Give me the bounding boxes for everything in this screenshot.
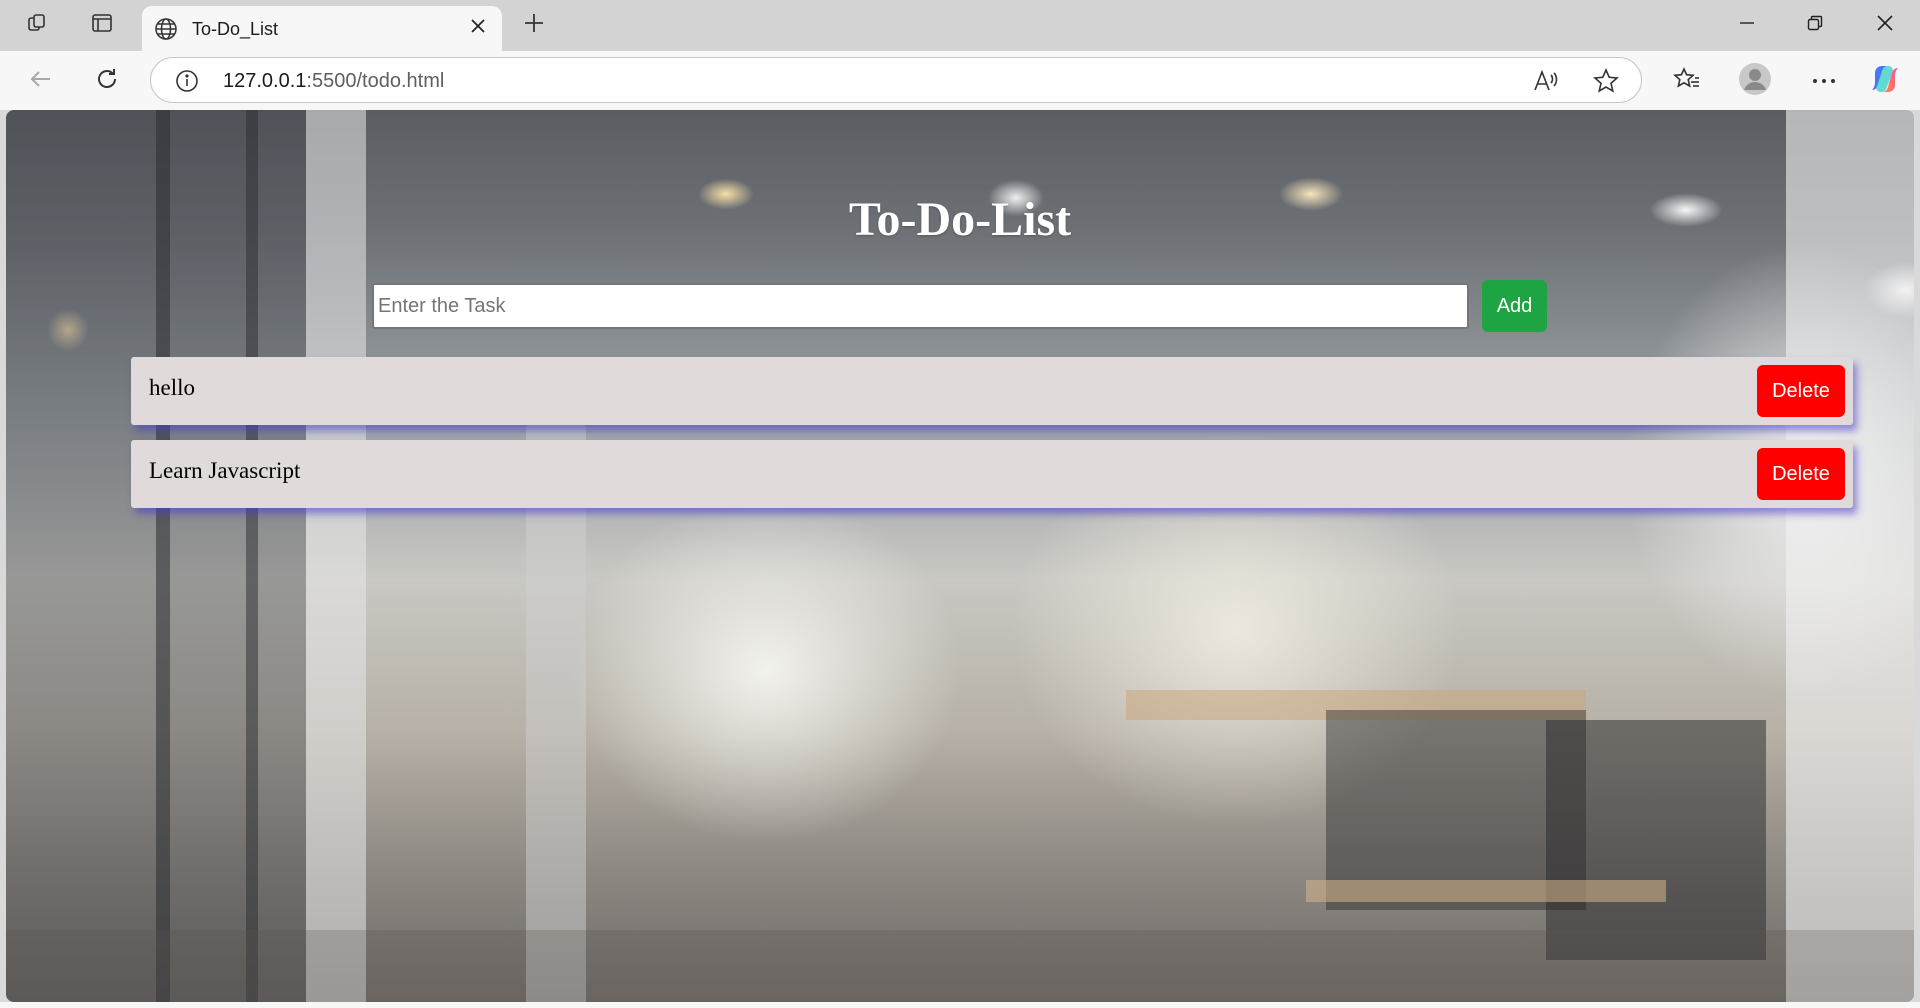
- tab-title: To-Do_List: [192, 19, 279, 39]
- globe-icon: [154, 17, 178, 46]
- copilot-icon: [1869, 63, 1901, 100]
- address-bar[interactable]: 127.0.0.1:5500/todo.html: [150, 57, 1642, 103]
- favorites-icon: [1673, 66, 1701, 97]
- task-text: hello: [149, 375, 195, 400]
- url-host: 127.0.0.1: [223, 70, 307, 92]
- refresh-button[interactable]: [88, 62, 126, 100]
- plus-icon: [523, 12, 545, 39]
- task-input[interactable]: [372, 283, 1469, 329]
- close-icon: [470, 18, 486, 39]
- page-viewport: To-Do-List Add hello Delete Learn Javasc…: [6, 110, 1914, 1002]
- settings-more-button[interactable]: [1805, 62, 1843, 100]
- task-list: hello Delete Learn Javascript Delete: [131, 357, 1853, 523]
- read-aloud-icon[interactable]: [1533, 69, 1559, 98]
- back-button[interactable]: [22, 62, 60, 100]
- star-icon[interactable]: [1593, 68, 1619, 99]
- refresh-icon: [94, 66, 120, 97]
- add-task-button[interactable]: Add: [1482, 280, 1547, 332]
- workspaces-icon: [26, 11, 50, 40]
- tab-actions-button[interactable]: [84, 8, 120, 42]
- task-item: Learn Javascript Delete: [131, 440, 1853, 508]
- copilot-button[interactable]: [1866, 62, 1904, 100]
- favorites-button[interactable]: [1668, 62, 1706, 100]
- delete-task-button[interactable]: Delete: [1757, 365, 1845, 417]
- restore-icon: [1807, 15, 1823, 36]
- more-icon: [1812, 72, 1836, 90]
- tab-actions-icon: [91, 12, 113, 39]
- task-item: hello Delete: [131, 357, 1853, 425]
- info-icon[interactable]: [175, 69, 199, 98]
- profile-button[interactable]: [1736, 62, 1774, 100]
- new-tab-button[interactable]: [516, 8, 552, 42]
- browser-toolbar: 127.0.0.1:5500/todo.html: [0, 51, 1920, 110]
- minimize-button[interactable]: [1714, 0, 1780, 50]
- back-arrow-icon: [28, 66, 54, 97]
- url-text: 127.0.0.1:5500/todo.html: [223, 70, 444, 93]
- tab-todo-list[interactable]: To-Do_List: [142, 6, 502, 51]
- profile-icon: [1738, 62, 1772, 101]
- close-window-button[interactable]: [1852, 0, 1918, 50]
- minimize-icon: [1739, 15, 1755, 36]
- tab-strip: To-Do_List: [0, 0, 1920, 51]
- close-tab-button[interactable]: [464, 14, 492, 42]
- task-text: Learn Javascript: [149, 458, 301, 483]
- delete-task-button[interactable]: Delete: [1757, 448, 1845, 500]
- url-path: :5500/todo.html: [306, 70, 445, 92]
- window-bottom-edge: [0, 1002, 1920, 1008]
- close-icon: [1876, 14, 1894, 37]
- page-title: To-Do-List: [848, 193, 1072, 246]
- restore-button[interactable]: [1782, 0, 1848, 50]
- workspaces-button[interactable]: [20, 8, 56, 42]
